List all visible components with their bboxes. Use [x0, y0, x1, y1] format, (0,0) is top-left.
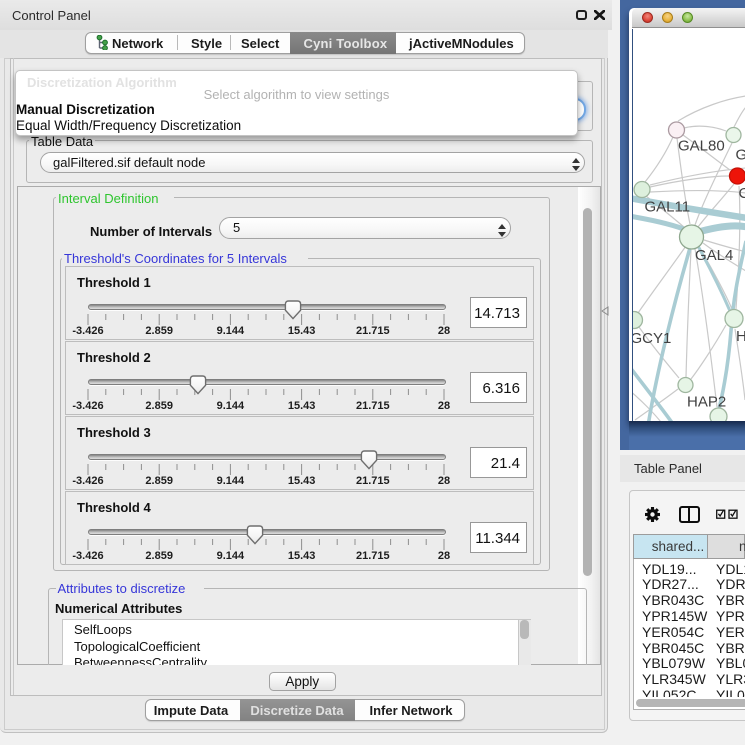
svg-text:GAL80: GAL80: [678, 138, 725, 155]
svg-text:GAL11: GAL11: [645, 199, 691, 216]
svg-text:GAL3: GAL3: [736, 147, 745, 164]
svg-text:HAP4: HAP4: [736, 328, 745, 345]
svg-text:GCY1: GCY1: [633, 330, 671, 347]
svg-text:HAP2: HAP2: [687, 394, 726, 411]
svg-text:CDC: CDC: [739, 185, 745, 202]
svg-text:GAL4: GAL4: [695, 247, 733, 264]
